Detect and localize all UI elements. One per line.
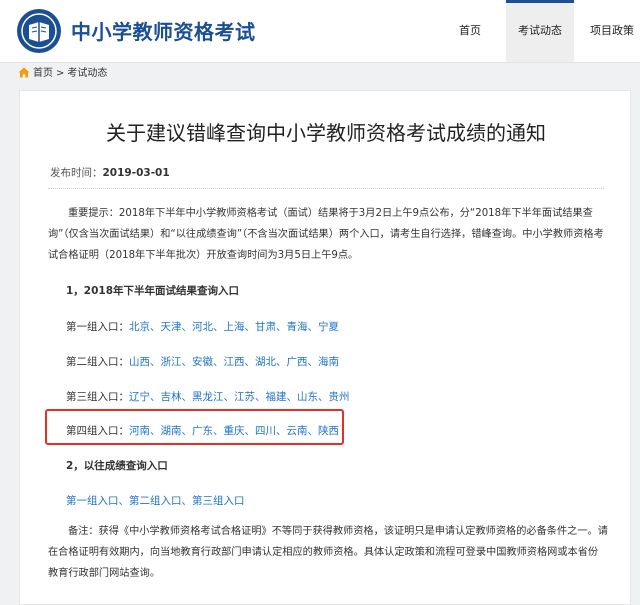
section1-heading: 1，2018年下半年面试结果查询入口: [66, 285, 240, 297]
nav-exam-news[interactable]: 考试动态: [506, 0, 574, 62]
group4-regions-link[interactable]: 河南、湖南、广东、重庆、四川、云南、陕西: [129, 425, 339, 437]
note-paragraph: 备注：获得《中小学教师资格考试合格证明》不等同于获得教师资格，该证明只是申请认定…: [48, 521, 608, 584]
site-logo-icon[interactable]: [16, 8, 62, 54]
article-title: 关于建议错峰查询中小学教师资格考试成绩的通知: [106, 121, 546, 145]
past-results-row: 第一组入口、第二组入口、第三组入口: [66, 493, 245, 508]
group1-regions-link[interactable]: 北京、天津、河北、上海、甘肃、青海、宁夏: [129, 321, 339, 333]
breadcrumb-separator: >: [56, 68, 65, 79]
group2-row: 第二组入口：山西、浙江、安徽、江西、湖北、广西、海南: [66, 354, 339, 369]
breadcrumb-current: 考试动态: [67, 68, 108, 79]
nav-policy[interactable]: 项目政策: [584, 0, 640, 62]
nav-home[interactable]: 首页: [450, 0, 490, 62]
group1-label: 第一组入口：: [66, 321, 129, 333]
site-header: 中小学教师资格考试 首页 考试动态 项目政策: [0, 0, 640, 63]
group4-label: 第四组入口：: [66, 425, 129, 437]
breadcrumb: 首页 > 考试动态: [18, 66, 107, 82]
group2-label: 第二组入口：: [66, 356, 129, 368]
home-icon: [18, 67, 30, 78]
note-text: 备注：获得《中小学教师资格考试合格证明》不等同于获得教师资格，该证明只是申请认定…: [48, 526, 608, 579]
group1-row: 第一组入口：北京、天津、河北、上海、甘肃、青海、宁夏: [66, 319, 339, 334]
site-title[interactable]: 中小学教师资格考试: [71, 16, 256, 45]
divider: [48, 188, 604, 189]
publish-date-value: 2019-03-01: [102, 167, 170, 179]
breadcrumb-home-link[interactable]: 首页: [33, 68, 53, 79]
article-card: 关于建议错峰查询中小学教师资格考试成绩的通知 发布时间：2019-03-01 重…: [19, 90, 631, 605]
publish-date: 发布时间：2019-03-01: [50, 165, 170, 180]
group3-regions-link[interactable]: 辽宁、吉林、黑龙江、江苏、福建、山东、贵州: [129, 391, 350, 403]
past-results-links[interactable]: 第一组入口、第二组入口、第三组入口: [66, 495, 245, 507]
group3-label: 第三组入口：: [66, 391, 129, 403]
group4-row: 第四组入口：河南、湖南、广东、重庆、四川、云南、陕西: [66, 423, 339, 438]
group2-regions-link[interactable]: 山西、浙江、安徽、江西、湖北、广西、海南: [129, 356, 339, 368]
publish-date-label: 发布时间：: [50, 167, 103, 179]
section2-heading: 2，以往成绩查询入口: [66, 460, 168, 472]
group3-row: 第三组入口：辽宁、吉林、黑龙江、江苏、福建、山东、贵州: [66, 389, 350, 404]
intro-paragraph: 重要提示：2018年下半年中小学教师资格考试（面试）结果将于3月2日上午9点公布…: [48, 203, 608, 266]
intro-text: 重要提示：2018年下半年中小学教师资格考试（面试）结果将于3月2日上午9点公布…: [48, 208, 604, 261]
